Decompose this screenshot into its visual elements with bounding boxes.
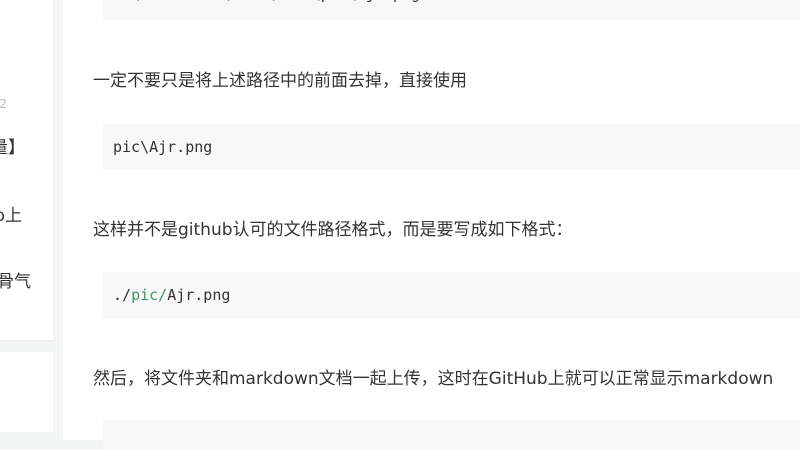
path-filename: Ajr.png: [167, 286, 231, 304]
code-block-full-path: C:\Filename1\xxxx\xxxx\pic\Ajr.png: [103, 0, 800, 20]
path-prefix: ./: [113, 286, 132, 304]
article-content: C:\Filename1\xxxx\xxxx\pic\Ajr.png 一定不要只…: [63, 0, 800, 450]
path-directory: pic/: [131, 286, 168, 304]
sidebar-item-link[interactable]: 骨气: [0, 267, 31, 292]
sidebar-item-link[interactable]: 量】: [0, 133, 25, 158]
code-block-relative-path: pic\Ajr.png: [103, 124, 800, 170]
sidebar-card-secondary: [0, 352, 53, 432]
paragraph: 这样并不是github认可的文件路径格式，而是要写成如下格式：: [93, 220, 573, 240]
sidebar-item-link[interactable]: b上: [0, 201, 22, 226]
sidebar-item-count: 2: [0, 97, 7, 111]
code-block-next: [103, 420, 800, 450]
paragraph: 一定不要只是将上述路径中的前面去掉，直接使用: [93, 71, 467, 91]
paragraph: 然后，将文件夹和markdown文档一起上传，这时在GitHub上就可以正常显示…: [93, 369, 774, 389]
code-block-correct-path: ./pic/Ajr.png: [103, 272, 800, 318]
sidebar-related-articles: 2 量】 b上 骨气: [0, 0, 53, 340]
